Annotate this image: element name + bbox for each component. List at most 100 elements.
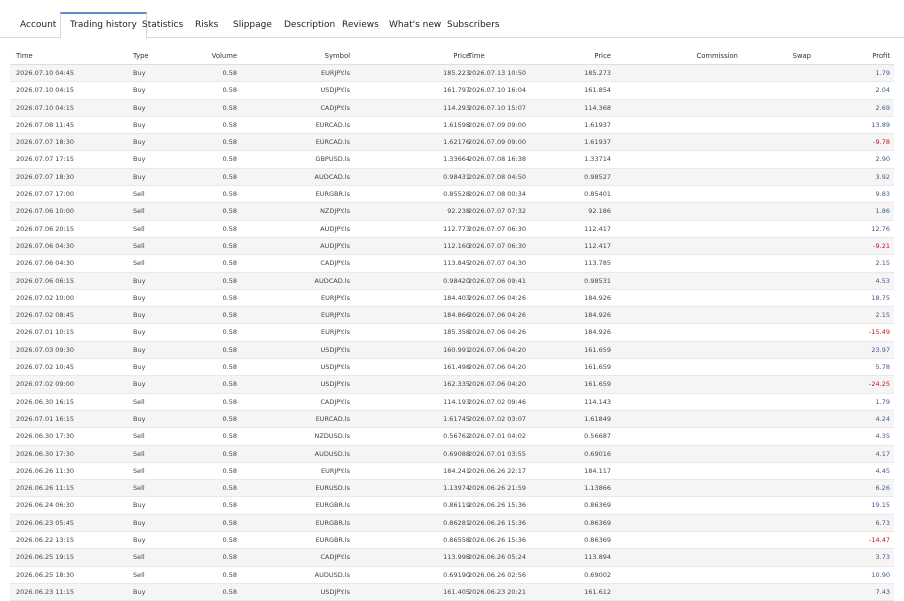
cell-type: Sell: [133, 553, 145, 562]
cell-volume: 0.58: [222, 397, 237, 406]
cell-open-time: 2026.07.10 04:15: [16, 86, 75, 95]
cell-profit: 6.26: [875, 484, 890, 493]
cell-profit: 5.78: [875, 363, 890, 372]
cell-symbol: EURJPY.ls: [321, 311, 350, 320]
cell-close-time: 2026.07.06 04:20: [468, 380, 527, 389]
table-row: 2026.07.02 10:45 Buy 0.58 USDJPY.ls 161.498 2…: [10, 359, 894, 377]
table-row: 2026.07.01 16:15 Buy 0.58 EURCAD.ls 1.61745 2…: [10, 410, 894, 429]
table-row: 2026.07.06 20:15 Sell 0.58 AUDJPY.ls 112.773…: [10, 221, 894, 238]
cell-profit: 9.83: [875, 190, 890, 199]
tab-slippage[interactable]: Slippage: [233, 12, 272, 38]
cell-volume: 0.58: [222, 536, 237, 545]
cell-close-price: 184.926: [584, 311, 611, 320]
cell-open-price: 0.98431: [443, 172, 470, 181]
cell-open-time: 2026.06.22 13:15: [16, 536, 75, 545]
cell-open-price: 184.403: [443, 293, 470, 302]
cell-close-price: 113.785: [584, 259, 611, 268]
cell-open-price: 114.293: [443, 103, 470, 112]
cell-close-price: 1.61849: [584, 414, 611, 423]
cell-volume: 0.58: [222, 380, 237, 389]
tab-reviews[interactable]: Reviews: [342, 12, 379, 38]
cell-close-price: 161.854: [584, 86, 611, 95]
table-row: 2026.07.07 18:30 Buy 0.58 EURCAD.ls 1.62176 2…: [10, 134, 894, 152]
cell-type: Buy: [133, 345, 146, 354]
table-row: 2026.06.24 06:30 Buy 0.58 EURGBR.ls 0.86119 2…: [10, 497, 894, 515]
cell-close-time: 2026.07.08 04:50: [468, 172, 527, 181]
cell-close-price: 112.417: [584, 224, 611, 233]
cell-open-price: 162.335: [443, 380, 470, 389]
cell-open-time: 2026.07.02 08:45: [16, 311, 75, 320]
table-row: 2026.07.03 09:30 Buy 0.58 USDJPY.ls 160.991 2…: [10, 341, 894, 360]
cell-close-time: 2026.07.06 04:26: [468, 328, 527, 337]
cell-symbol: EURGBR.ls: [315, 518, 350, 527]
cell-close-time: 2026.06.26 15:36: [468, 518, 527, 527]
cell-open-price: 112.160: [443, 241, 470, 250]
cell-volume: 0.58: [222, 363, 237, 372]
cell-open-price: 92.238: [447, 207, 470, 216]
cell-symbol: NZDUSD.ls: [314, 432, 350, 441]
cell-open-price: 184.866: [443, 311, 470, 320]
cell-type: Sell: [133, 570, 145, 579]
tab-bar: Account Trading history Statistics Risks…: [0, 0, 904, 39]
cell-volume: 0.58: [222, 207, 237, 216]
cell-open-price: 0.85528: [443, 190, 470, 199]
cell-close-time: 2026.07.06 04:26: [468, 311, 527, 320]
cell-close-price: 0.86369: [584, 501, 611, 510]
cell-symbol: AUDUSD.ls: [314, 449, 350, 458]
tab-trading-history[interactable]: Trading history: [60, 12, 147, 39]
cell-close-price: 184.926: [584, 293, 611, 302]
cell-type: Buy: [133, 276, 146, 285]
table-row: 2026.07.06 04:30 Sell 0.58 CADJPY.ls 113.845…: [10, 255, 894, 273]
table-row: 2026.07.07 17:00 Sell 0.58 EURGBR.ls 0.85528…: [10, 186, 894, 204]
cell-open-time: 2026.07.07 17:00: [16, 190, 75, 199]
cell-close-time: 2026.07.07 07:32: [468, 207, 527, 216]
cell-open-price: 113.998: [443, 553, 470, 562]
table-header: Time Type Volume Symbol Price Time Price…: [10, 48, 894, 65]
tab-description[interactable]: Description: [284, 12, 335, 38]
cell-profit: 2.69: [875, 103, 890, 112]
cell-type: Buy: [133, 587, 146, 596]
cell-open-time: 2026.06.30 17:30: [16, 432, 75, 441]
table-row: 2026.07.07 17:15 Buy 0.58 GBPUSD.ls 1.33664 2…: [10, 151, 894, 169]
cell-open-time: 2026.06.25 19:15: [16, 553, 75, 562]
tab-account[interactable]: Account: [20, 12, 56, 38]
cell-profit: 10.90: [871, 570, 890, 579]
cell-profit: 3.73: [875, 553, 890, 562]
header-open-time: Time: [16, 52, 33, 60]
table-row: 2026.07.06 06:15 Buy 0.58 AUDCAD.ls 0.98420 2…: [10, 272, 894, 290]
cell-volume: 0.58: [222, 259, 237, 268]
cell-open-time: 2026.07.03 09:30: [16, 345, 75, 354]
cell-volume: 0.58: [222, 449, 237, 458]
table-row: 2026.06.23 05:45 Buy 0.58 EURGBR.ls 0.86281 2…: [10, 514, 894, 533]
cell-profit: 2.15: [875, 311, 890, 320]
cell-open-price: 1.33664: [443, 155, 470, 164]
tab-whats-new[interactable]: What's new: [389, 12, 441, 38]
tab-statistics[interactable]: Statistics: [142, 12, 183, 38]
cell-volume: 0.58: [222, 328, 237, 337]
cell-open-price: 160.991: [443, 345, 470, 354]
table-row: 2026.07.08 11:45 Buy 0.58 EURCAD.ls 1.61598 2…: [10, 117, 894, 135]
table-row: 2026.07.10 04:15 Buy 0.58 USDJPY.ls 161.797 2…: [10, 82, 894, 100]
tab-subscribers[interactable]: Subscribers: [447, 12, 500, 38]
cell-close-price: 161.659: [584, 345, 611, 354]
cell-volume: 0.58: [222, 120, 237, 129]
cell-close-price: 0.69002: [584, 570, 611, 579]
cell-close-price: 114.143: [584, 397, 611, 406]
cell-close-time: 2026.06.26 21:59: [468, 484, 527, 493]
cell-type: Sell: [133, 466, 145, 475]
cell-type: Buy: [133, 155, 146, 164]
cell-volume: 0.58: [222, 293, 237, 302]
cell-symbol: AUDJPY.ls: [320, 224, 350, 233]
header-commission: Commission: [696, 52, 738, 60]
cell-type: Buy: [133, 293, 146, 302]
cell-open-time: 2026.06.23 05:45: [16, 518, 75, 527]
cell-profit: 1.79: [875, 397, 890, 406]
cell-open-time: 2026.06.30 16:15: [16, 397, 75, 406]
tab-risks[interactable]: Risks: [195, 12, 218, 38]
cell-profit: 23.97: [871, 345, 890, 354]
cell-open-price: 185.358: [443, 328, 470, 337]
table-row: 2026.06.30 17:30 Sell 0.58 NZDUSD.ls 0.56762…: [10, 428, 894, 446]
cell-close-time: 2026.07.07 06:30: [468, 241, 527, 250]
cell-volume: 0.58: [222, 466, 237, 475]
cell-profit: 7.43: [875, 587, 890, 596]
